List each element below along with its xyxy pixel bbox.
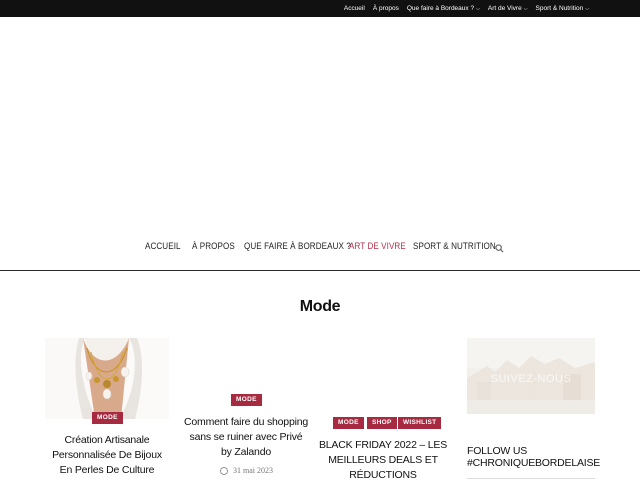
main-nav: ACCUEIL À PROPOS QUE FAIRE À BORDEAUX ? … xyxy=(0,238,640,258)
top-nav-label: Accueil xyxy=(343,5,365,12)
top-nav-sport-nutrition[interactable]: Sport & Nutrition ⌵ xyxy=(536,5,589,12)
post-date-text: 31 mai 2023 xyxy=(233,466,273,475)
search-icon[interactable] xyxy=(495,244,504,253)
chevron-down-icon: ⌵ xyxy=(523,5,528,12)
post-image-jewelry[interactable] xyxy=(45,338,169,419)
top-nav-accueil[interactable]: Accueil xyxy=(344,5,365,12)
post-title[interactable]: Création Artisanale Personnalisée De Bij… xyxy=(45,433,169,478)
top-nav-art-de-vivre[interactable]: Art de Vivre ⌵ xyxy=(488,5,528,12)
post-tag-mode[interactable]: MODE xyxy=(333,417,364,429)
top-nav-label: Sport & Nutrition xyxy=(535,5,584,12)
main-nav-sport-nutrition[interactable]: SPORT & NUTRITION xyxy=(413,241,496,252)
post-title[interactable]: BLACK FRIDAY 2022 – LES MEILLEURS DEALS … xyxy=(318,438,448,480)
sidebar-divider xyxy=(467,478,595,479)
post-date: 31 mai 2023 xyxy=(220,466,273,475)
top-nav: Accueil À propos Que faire à Bordeaux ? … xyxy=(336,0,589,17)
main-nav-accueil[interactable]: ACCUEIL xyxy=(145,241,181,252)
post-tag-shop[interactable]: SHOP xyxy=(367,417,397,429)
top-nav-label: À propos xyxy=(372,5,399,12)
main-nav-a-propos[interactable]: À PROPOS xyxy=(192,241,235,252)
post-tag-mode[interactable]: MODE xyxy=(92,412,123,424)
page-title: Mode xyxy=(299,298,341,315)
sidebar-instagram-image[interactable]: SUIVEZ-NOUS xyxy=(467,338,595,414)
sidebar-follow-title: FOLLOW US #CHRONIQUEBORDELAISE xyxy=(467,445,601,469)
main-nav-art-de-vivre[interactable]: ART DE VIVRE xyxy=(349,241,406,252)
sidebar-image-caption: SUIVEZ-NOUS xyxy=(491,373,572,385)
post-tag-wishlist[interactable]: WISHLIST xyxy=(398,417,442,429)
top-nav-label: Que faire à Bordeaux ? xyxy=(406,5,475,12)
main-nav-que-faire[interactable]: QUE FAIRE À BORDEAUX ? xyxy=(244,241,351,252)
clock-icon xyxy=(220,466,228,475)
top-nav-label: Art de Vivre xyxy=(487,5,522,12)
top-bar: Accueil À propos Que faire à Bordeaux ? … xyxy=(0,0,640,17)
nav-divider xyxy=(0,270,640,271)
top-nav-que-faire[interactable]: Que faire à Bordeaux ? ⌵ xyxy=(407,5,480,12)
post-tag-mode[interactable]: MODE xyxy=(231,394,262,406)
chevron-down-icon: ⌵ xyxy=(476,5,480,12)
top-nav-a-propos[interactable]: À propos xyxy=(373,5,399,12)
post-title[interactable]: Comment faire du shopping sans se ruiner… xyxy=(184,415,308,460)
chevron-down-icon: ⌵ xyxy=(585,5,589,12)
